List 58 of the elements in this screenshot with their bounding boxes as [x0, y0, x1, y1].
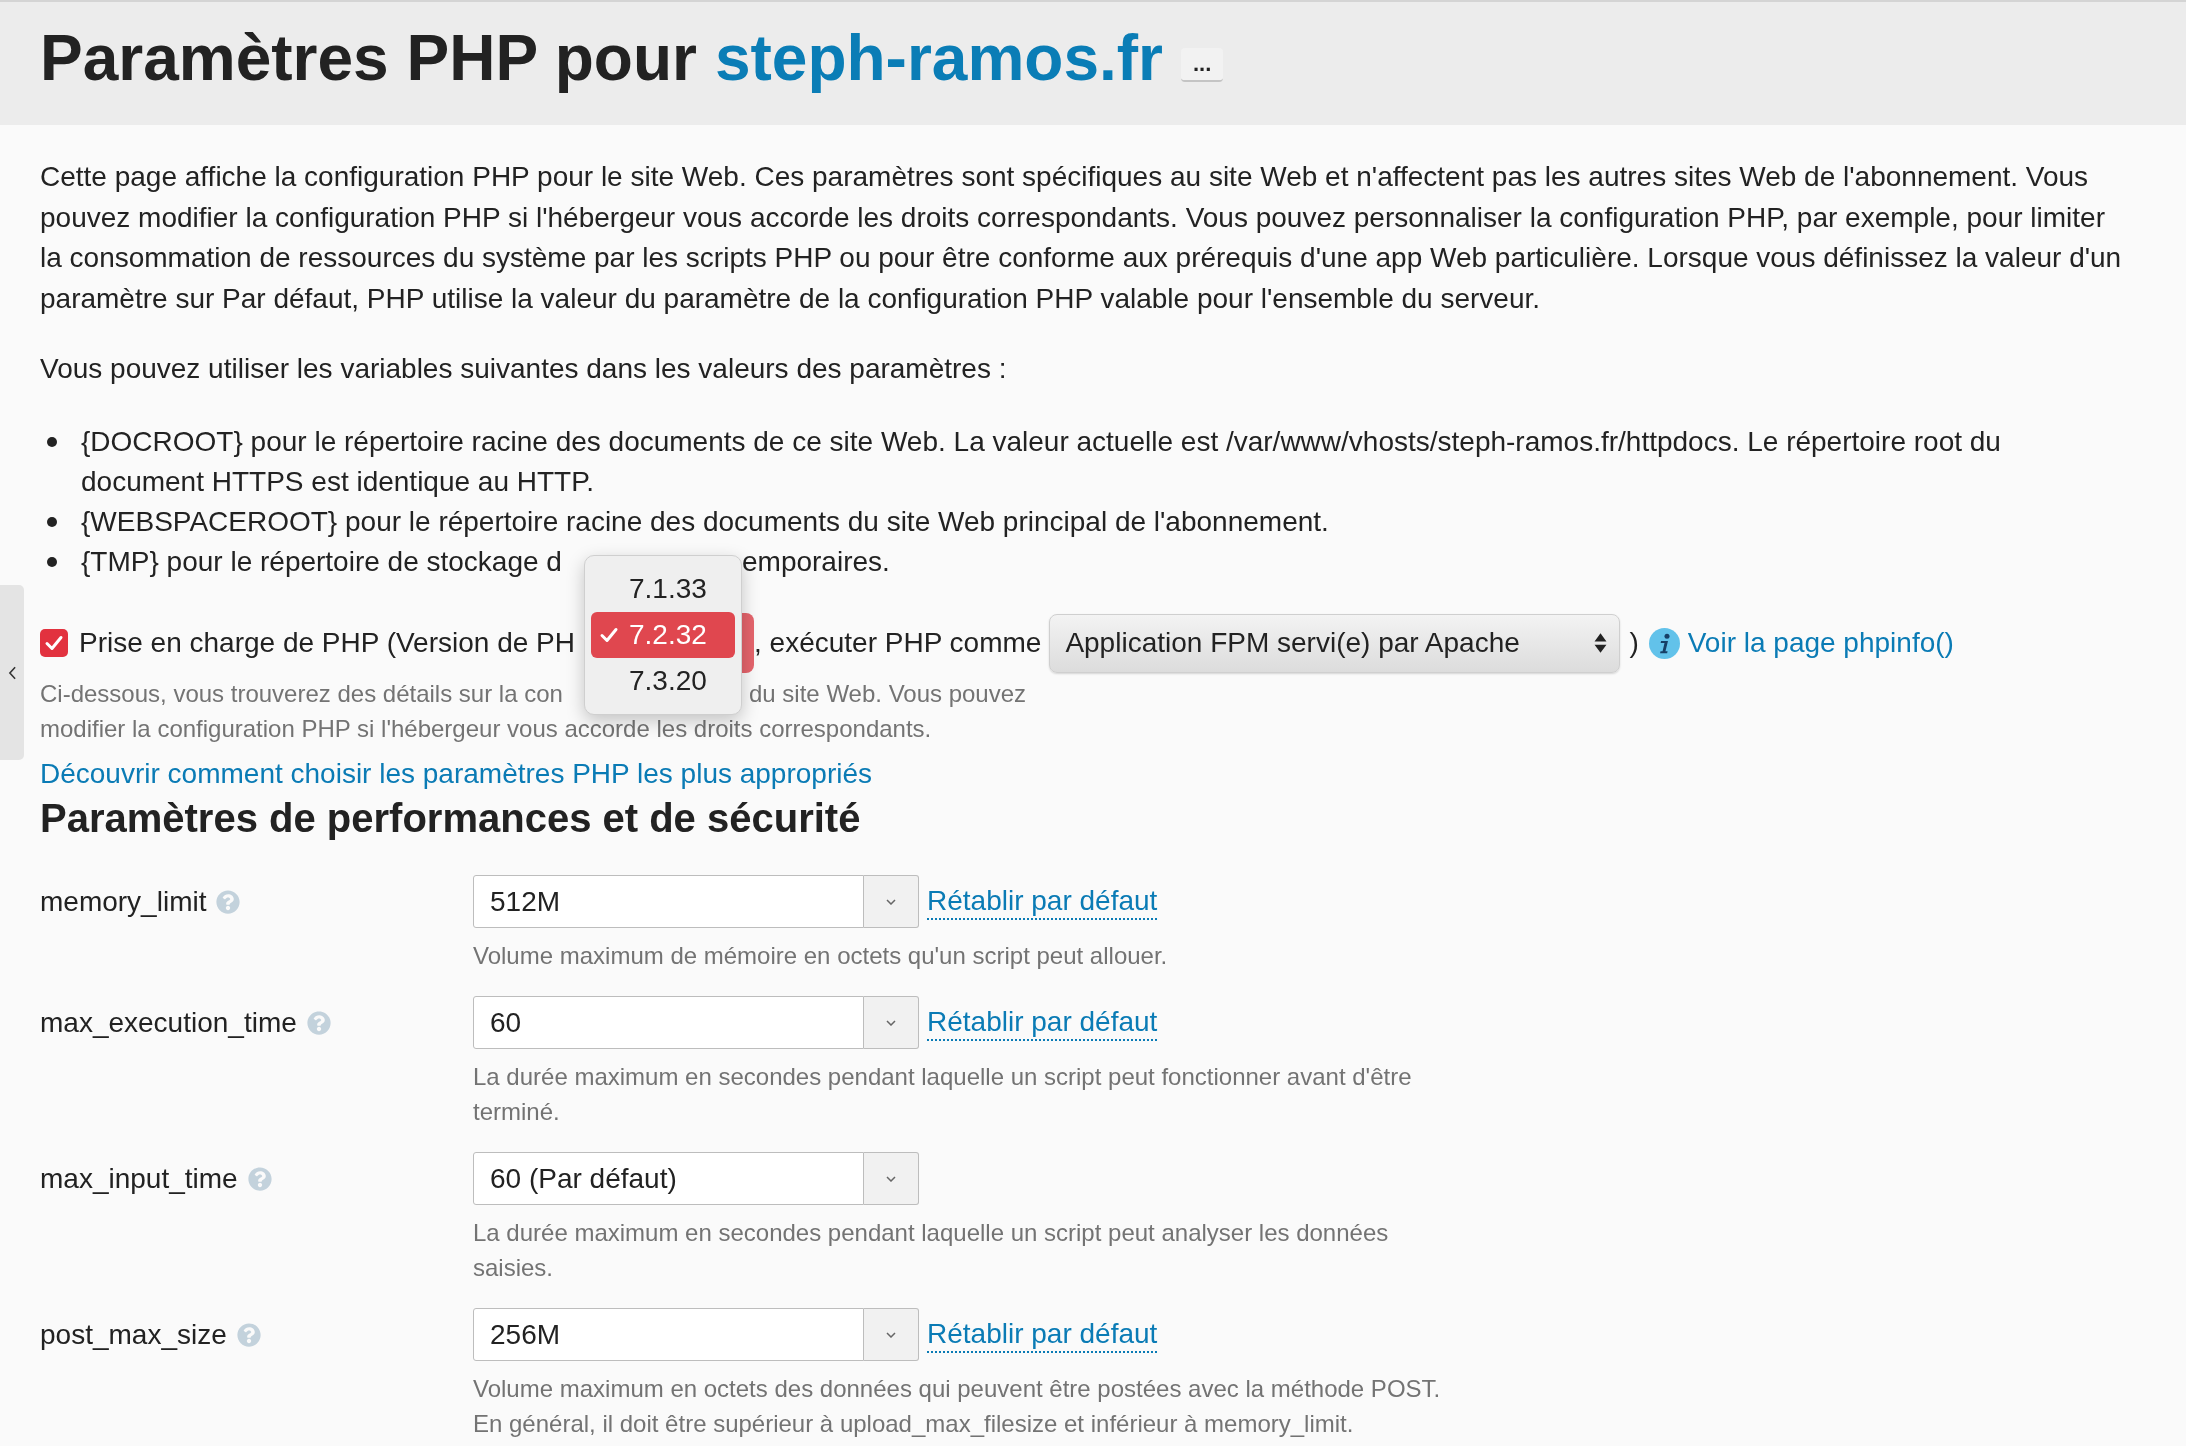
section-title: Paramètres de performances et de sécurité [40, 795, 862, 842]
reset-link[interactable]: Rétablir par défaut [927, 883, 1158, 920]
value-field[interactable]: 512M [473, 875, 864, 928]
guide-link[interactable]: Découvrir comment choisir les paramètres PHP les plus appropriés [40, 758, 873, 789]
reset-link[interactable]: Rétablir par défaut [927, 1004, 1158, 1041]
phpinfo-link[interactable]: Voir la page phpinfo() [1687, 622, 1954, 664]
paren-text: ) [1629, 626, 1639, 660]
hint-text: modifier la configuration PHP si l'hébergeur vous accorde les droits correspondants. [40, 715, 932, 742]
more-button[interactable]: ... [1180, 48, 1224, 82]
check-icon [599, 625, 619, 645]
value-field[interactable]: 60 [473, 996, 864, 1049]
menu-item[interactable]: 7.3.20 [591, 658, 735, 704]
dropdown-button[interactable] [864, 996, 919, 1049]
chevron-left-icon [7, 665, 17, 680]
menu-item[interactable]: 7.2.32 [591, 612, 735, 658]
list-item-text: {WEBSPACEROOT} pour le répertoire racine des documents du site Web principal de l'abonnement. [81, 505, 1330, 539]
handler-select[interactable]: Application FPM servi(e) par Apache [1049, 613, 1621, 673]
setting-label: max_input_time [40, 1161, 238, 1196]
help-icon [247, 1166, 272, 1191]
variables-intro-text: Vous pouvez utiliser les variables suivantes dans les valeurs des paramètres : [40, 352, 1008, 386]
bullet-icon [47, 517, 57, 527]
version-select[interactable] [742, 613, 754, 673]
chevron-down-icon [886, 1019, 896, 1026]
help-icon [236, 1322, 261, 1347]
hint-text: du site Web. Vous pouvez [749, 679, 1027, 709]
checkbox-label: Prise en charge de PHP (Version de PH [79, 627, 575, 658]
chevron-down-icon [886, 1175, 896, 1182]
check-icon [44, 633, 64, 653]
setting-label: max_execution_time [40, 1005, 297, 1040]
info-icon [1648, 627, 1680, 659]
bullet-icon [47, 437, 57, 447]
setting-label: memory_limit [40, 884, 207, 919]
setting-hint: La durée maximum en secondes pendant laquelle un script peut analyser les données saisies. [473, 1218, 1390, 1283]
value-field[interactable]: 60 (Par défaut) [473, 1152, 864, 1205]
help-icon [216, 889, 241, 914]
setting-hint: Volume maximum de mémoire en octets qu'un script peut allouer. [473, 941, 1169, 971]
dropdown-button[interactable] [864, 1152, 919, 1205]
menu-item[interactable]: 7.1.33 [591, 566, 735, 612]
setting-hint: La durée maximum en secondes pendant laquelle un script peut fonctionner avant d'être terminé. [473, 1062, 1413, 1127]
reset-link[interactable]: Rétablir par défaut [927, 1316, 1158, 1353]
checkbox-label: , exécuter PHP comme [754, 626, 1042, 660]
intro-paragraph: Cette page affiche la configuration PHP pour le site Web. Ces paramètres sont spécifiques au site Web et n'affectent pas les autres sites Web de l'abonnement. Vous pouvez modifier la configuration PHP si l'hébergeur vous accorde les droits correspondants. Vous pouvez personnaliser la configuration PHP, par exemple, pour limiter la consommation de ressources du système par les scripts PHP ou pour être conforme aux prérequis d'une app Web particulière. Lorsque vous définissez la valeur d'un paramètre sur Par défaut, PHP utilise la valeur du paramètre de la configuration PHP valable pour l'ensemble du serveur. [40, 160, 2123, 316]
setting-label: post_max_size [40, 1317, 227, 1352]
value-field[interactable]: 256M [473, 1308, 864, 1361]
setting-hint: Volume maximum en octets des données qui peuvent être postées avec la méthode POST. En général, il doit être supérieur à upload_max_filesize et inférieur à memory_limit. [473, 1374, 1442, 1439]
dropdown-button[interactable] [864, 1308, 919, 1361]
php-support-checkbox[interactable] [40, 629, 68, 657]
chevron-down-icon [886, 1331, 896, 1338]
list-item-text: {TMP} pour le répertoire de stockage d [81, 546, 562, 577]
bullet-icon [47, 557, 57, 567]
hint-text: Ci-dessous, vous trouverez des détails sur la con [40, 680, 563, 707]
help-icon [306, 1010, 331, 1035]
up-down-arrows-icon [1594, 632, 1608, 654]
sidebar-toggle[interactable] [0, 585, 24, 760]
list-item-text: {DOCROOT} pour le répertoire racine des documents de ce site Web. La valeur actuelle est /var/www/vhosts/steph-ramos.fr/httpdocs. Le répertoire root du document HTTPS est identique au HTTP. [81, 425, 2002, 499]
chevron-down-icon [886, 898, 896, 905]
list-item-text: emporaires. [742, 545, 890, 579]
dropdown-button[interactable] [864, 875, 919, 928]
